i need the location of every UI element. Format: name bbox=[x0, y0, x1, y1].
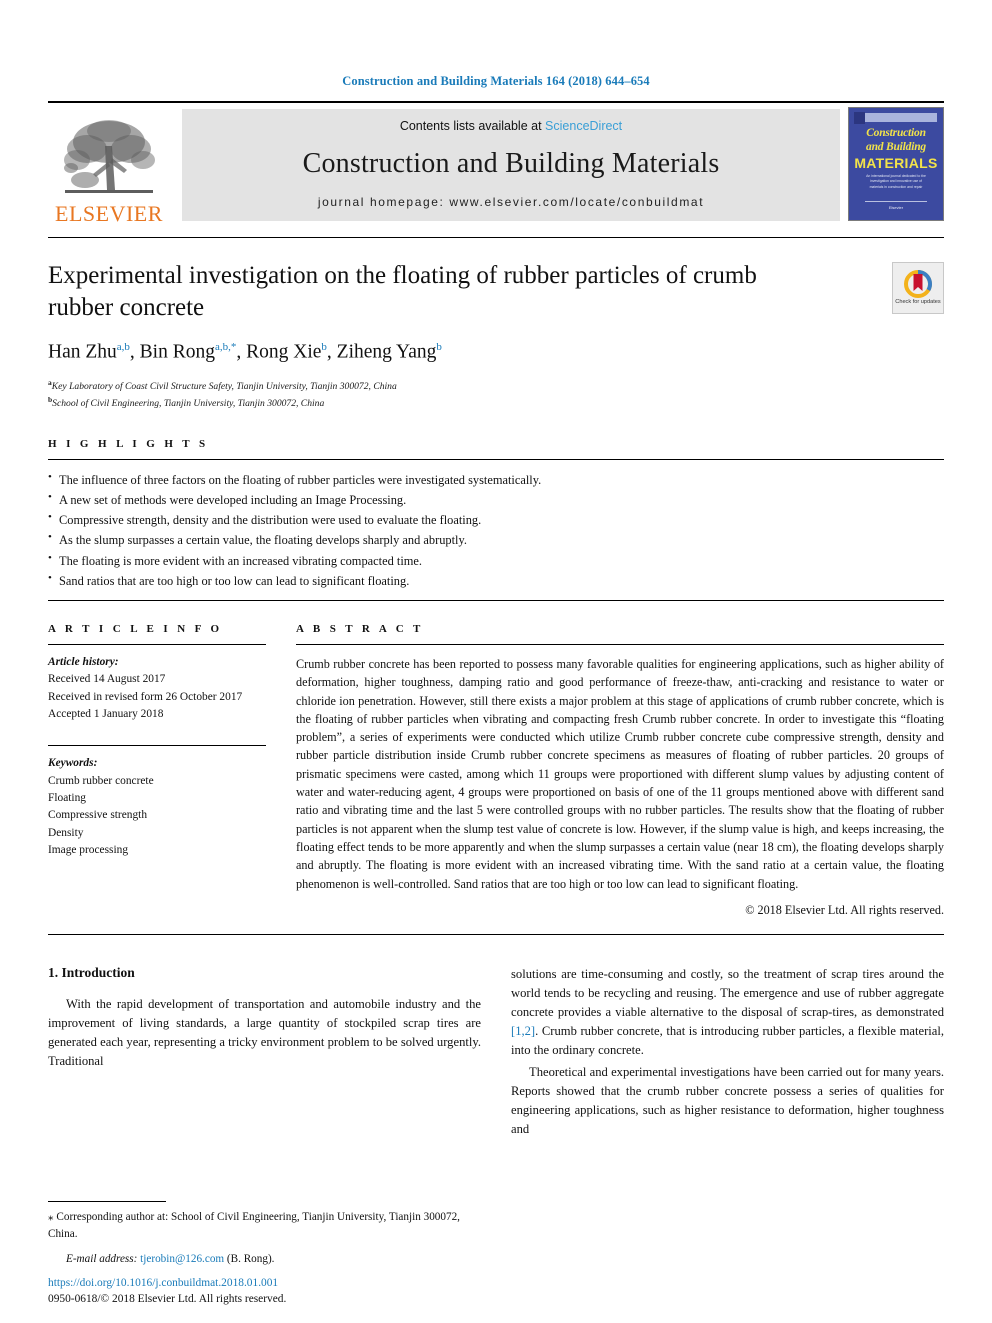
cover-publisher-mark bbox=[854, 112, 865, 124]
paragraph-text-part: solutions are time-consuming and costly,… bbox=[511, 966, 944, 1020]
author-name: Ziheng Yang bbox=[336, 341, 437, 363]
info-abstract-row: A R T I C L E I N F O Article history: R… bbox=[48, 623, 944, 918]
elsevier-logo: ELSEVIER bbox=[48, 103, 170, 227]
affiliation-text: School of Civil Engineering, Tianjin Uni… bbox=[52, 398, 325, 410]
author-list: Han Zhua,b, Bin Ronga,b,*, Rong Xieb, Zi… bbox=[48, 341, 878, 364]
list-item: Compressive strength, density and the di… bbox=[48, 509, 944, 530]
section-heading-introduction: 1. Introduction bbox=[48, 964, 135, 980]
journal-masthead: ELSEVIER Contents lists available at Sci… bbox=[48, 101, 944, 227]
author-affil-marker: a,b bbox=[116, 341, 130, 353]
corresponding-text: Corresponding author at: School of Civil… bbox=[48, 1211, 460, 1240]
abstract-bottom-rule bbox=[48, 933, 944, 935]
keyword-item: Compressive strength bbox=[48, 809, 148, 822]
keyword-item: Density bbox=[48, 826, 84, 839]
highlights-section: H I G H L I G H T S The influence of thr… bbox=[48, 438, 944, 601]
corresponding-marker: ⁎ bbox=[48, 1211, 54, 1224]
article-info-section: A R T I C L E I N F O Article history: R… bbox=[48, 623, 296, 918]
article-history-block: Article history: Received 14 August 2017… bbox=[48, 654, 266, 723]
footnote-rule bbox=[48, 1201, 166, 1203]
body-column-right: solutions are time-consuming and costly,… bbox=[511, 965, 944, 1141]
abstract-rule bbox=[296, 643, 944, 645]
footnote-block: ⁎ Corresponding author at: School of Civ… bbox=[48, 1201, 468, 1267]
list-item: Sand ratios that are too high or too low… bbox=[48, 570, 944, 591]
article-history-label: Article history: bbox=[48, 655, 119, 668]
body-columns: 1. Introduction With the rapid developme… bbox=[48, 965, 944, 1141]
page-title: Experimental investigation on the floati… bbox=[48, 262, 757, 321]
journal-homepage-link[interactable]: journal homepage: www.elsevier.com/locat… bbox=[318, 195, 704, 209]
contents-available-line: Contents lists available at ScienceDirec… bbox=[400, 119, 622, 133]
highlights-heading: H I G H L I G H T S bbox=[48, 437, 209, 450]
abstract-section: A B S T R A C T Crumb rubber concrete ha… bbox=[296, 623, 944, 918]
body-paragraph: Theoretical and experimental investigati… bbox=[511, 1064, 944, 1136]
keywords-rule bbox=[48, 745, 266, 747]
email-owner: (B. Rong). bbox=[226, 1252, 275, 1265]
article-page: Construction and Building Materials 164 … bbox=[0, 0, 992, 1323]
highlights-list: The influence of three factors on the fl… bbox=[48, 469, 944, 591]
email-note: E-mail address: tjerobin@126.com (B. Ron… bbox=[48, 1251, 468, 1267]
highlights-bottom-rule bbox=[48, 599, 944, 601]
author-name: Han Zhu bbox=[48, 341, 117, 363]
doi-link[interactable]: https://doi.org/10.1016/j.conbuildmat.20… bbox=[48, 1275, 286, 1291]
running-head: Construction and Building Materials 164 … bbox=[342, 74, 650, 88]
article-info-heading: A R T I C L E I N F O bbox=[48, 622, 223, 635]
list-item: The influence of three factors on the fl… bbox=[48, 469, 944, 490]
issn-copyright-line: 0950-0618/© 2018 Elsevier Ltd. All right… bbox=[48, 1292, 287, 1305]
email-link[interactable]: tjerobin@126.com bbox=[140, 1253, 224, 1265]
affiliation-item: bSchool of Civil Engineering, Tianjin Un… bbox=[48, 394, 878, 412]
masthead-bottom-rule bbox=[48, 237, 944, 238]
author-separator: , bbox=[236, 341, 247, 363]
keyword-item: Floating bbox=[48, 791, 86, 804]
abstract-copyright: © 2018 Elsevier Ltd. All rights reserved… bbox=[745, 902, 944, 917]
crossmark-box[interactable]: Check for updates bbox=[892, 262, 944, 314]
crossmark-icon bbox=[904, 270, 932, 298]
crossmark-caption: Check for updates bbox=[895, 299, 941, 305]
keyword-item: Crumb rubber concrete bbox=[48, 774, 154, 787]
keywords-label: Keywords: bbox=[48, 757, 98, 770]
email-label: E-mail address: bbox=[66, 1252, 138, 1265]
abstract-body: Crumb rubber concrete has been reported … bbox=[296, 656, 944, 891]
crossmark-badge[interactable]: Check for updates bbox=[892, 262, 944, 314]
affiliation-list: aKey Laboratory of Coast Civil Structure… bbox=[48, 377, 878, 412]
cover-title-line-3: MATERIALS bbox=[854, 155, 938, 171]
author-separator: , bbox=[326, 341, 337, 363]
paragraph-text-part: . Crumb rubber concrete, that is introdu… bbox=[511, 1024, 944, 1058]
history-item: Received 14 August 2017 bbox=[48, 673, 166, 686]
body-column-left: 1. Introduction With the rapid developme… bbox=[48, 965, 481, 1141]
cover-title-line-2: and Building bbox=[866, 141, 926, 153]
corresponding-author-note: ⁎ Corresponding author at: School of Civ… bbox=[48, 1209, 468, 1241]
author-affil-marker: a,b, bbox=[214, 341, 231, 353]
contents-prefix: Contents lists available at bbox=[399, 119, 542, 133]
author-name: Rong Xie bbox=[246, 341, 322, 363]
list-item: As the slump surpasses a certain value, … bbox=[48, 529, 944, 550]
abstract-heading: A B S T R A C T bbox=[296, 622, 424, 635]
journal-title: Construction and Building Materials bbox=[302, 148, 720, 179]
journal-cover-thumbnail: Construction and Building MATERIALS An i… bbox=[848, 107, 944, 221]
title-block: Experimental investigation on the floati… bbox=[48, 260, 944, 412]
affiliation-text: Key Laboratory of Coast Civil Structure … bbox=[51, 380, 397, 392]
history-item: Accepted 1 January 2018 bbox=[48, 707, 164, 720]
keyword-item: Image processing bbox=[48, 843, 129, 856]
author-name: Bin Rong bbox=[139, 341, 215, 363]
body-paragraph: With the rapid development of transporta… bbox=[48, 996, 481, 1069]
cover-top-bar bbox=[855, 113, 937, 122]
history-item: Received in revised form 26 October 2017 bbox=[48, 690, 243, 703]
citation-link[interactable]: [1,2] bbox=[511, 1024, 535, 1038]
list-item: A new set of methods were developed incl… bbox=[48, 489, 944, 510]
cover-blurb: An international journal dedicated to th… bbox=[866, 174, 926, 189]
body-paragraph: solutions are time-consuming and costly,… bbox=[511, 965, 944, 1061]
highlights-top-rule bbox=[48, 458, 944, 460]
affiliation-item: aKey Laboratory of Coast Civil Structure… bbox=[48, 377, 878, 395]
cover-footer: Elsevier bbox=[865, 201, 927, 210]
list-item: The floating is more evident with an inc… bbox=[48, 550, 944, 571]
author-separator: , bbox=[129, 341, 140, 363]
doi-block: https://doi.org/10.1016/j.conbuildmat.20… bbox=[48, 1275, 286, 1307]
journal-band: Contents lists available at ScienceDirec… bbox=[182, 109, 840, 221]
elsevier-tree-icon bbox=[64, 120, 155, 193]
article-info-rule bbox=[48, 643, 266, 645]
elsevier-wordmark: ELSEVIER bbox=[55, 201, 163, 226]
keywords-block: Keywords: Crumb rubber concrete Floating… bbox=[48, 755, 266, 859]
sciencedirect-link[interactable]: ScienceDirect bbox=[545, 119, 622, 133]
cover-title-line-1: Construction bbox=[866, 127, 926, 139]
author-affil-marker: b bbox=[436, 341, 442, 353]
